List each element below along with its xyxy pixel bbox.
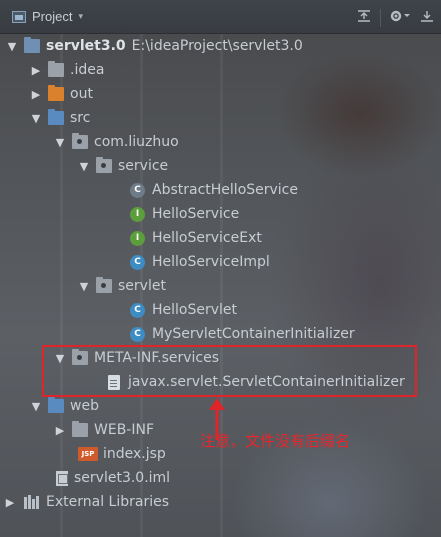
annotation-highlight-box	[42, 345, 417, 397]
tree-item-label: src	[70, 110, 91, 126]
tree-item-label: .idea	[70, 62, 105, 78]
tree-item-label: AbstractHelloService	[152, 182, 298, 198]
source-folder-icon	[48, 109, 64, 125]
iml-file-icon	[56, 470, 68, 486]
tree-item-label: service	[118, 158, 169, 174]
project-toolbar: Project ▾	[0, 0, 441, 34]
project-icon	[12, 10, 26, 23]
tree-item-service[interactable]: ▼ service	[0, 154, 441, 178]
expand-arrow-icon[interactable]: ▼	[30, 400, 42, 413]
package-icon	[96, 277, 112, 293]
expand-arrow-icon[interactable]: ▼	[30, 112, 42, 125]
tree-item-label: HelloServlet	[152, 302, 238, 318]
interface-icon: I	[130, 206, 145, 222]
tree-item-my-servlet-container-initializer[interactable]: C MyServletContainerInitializer	[0, 322, 441, 346]
tree-item-hello-service-ext[interactable]: I HelloServiceExt	[0, 226, 441, 250]
tree-item-label: HelloServiceExt	[152, 230, 262, 246]
web-folder-icon	[48, 397, 64, 413]
folder-icon	[48, 61, 64, 77]
tree-item-label: WEB-INF	[94, 422, 154, 438]
tree-item-root[interactable]: ▼ servlet3.0 E:\ideaProject\servlet3.0	[0, 34, 441, 58]
expand-arrow-icon[interactable]: ▼	[78, 280, 90, 293]
collapse-arrow-icon[interactable]: ▶	[30, 88, 42, 101]
collapse-arrow-icon[interactable]: ▶	[4, 496, 16, 509]
tree-item-hello-servlet[interactable]: C HelloServlet	[0, 298, 441, 322]
tree-item-label: out	[70, 86, 93, 102]
tree-item-out[interactable]: ▶ out	[0, 82, 441, 106]
tree-item-label: index.jsp	[103, 446, 166, 462]
class-icon: C	[130, 326, 145, 342]
tree-item-label: servlet3.0	[46, 38, 126, 54]
tree-item-src[interactable]: ▼ src	[0, 106, 441, 130]
tree-item-label: com.liuzhuo	[94, 134, 179, 150]
tree-item-hello-service-impl[interactable]: C HelloServiceImpl	[0, 250, 441, 274]
module-folder-icon	[24, 37, 40, 53]
tree-item-label: HelloServiceImpl	[152, 254, 270, 270]
tree-item-label: MyServletContainerInitializer	[152, 326, 355, 342]
tree-item-servlet[interactable]: ▼ servlet	[0, 274, 441, 298]
collapse-all-icon[interactable]	[356, 8, 372, 28]
tree-item-idea[interactable]: ▶ .idea	[0, 58, 441, 82]
collapse-arrow-icon[interactable]: ▶	[54, 424, 66, 437]
expand-arrow-icon[interactable]: ▼	[78, 160, 90, 173]
excluded-folder-icon	[48, 85, 64, 101]
settings-icon[interactable]	[389, 8, 411, 28]
interface-icon: I	[130, 230, 145, 246]
package-icon	[72, 133, 88, 149]
libraries-icon	[24, 495, 40, 509]
package-icon	[96, 157, 112, 173]
toolbar-divider	[380, 9, 381, 27]
expand-arrow-icon[interactable]: ▼	[54, 136, 66, 149]
hide-icon[interactable]	[419, 8, 435, 28]
tree-item-hello-service[interactable]: I HelloService	[0, 202, 441, 226]
abstract-class-icon: C	[130, 182, 145, 198]
tree-item-servlet-iml[interactable]: servlet3.0.iml	[0, 466, 441, 490]
tree-item-abstract-hello-service[interactable]: C AbstractHelloService	[0, 178, 441, 202]
dropdown-caret-icon[interactable]: ▾	[78, 12, 83, 22]
class-icon: C	[130, 254, 145, 270]
folder-icon	[72, 421, 88, 437]
expand-arrow-icon[interactable]: ▼	[6, 40, 18, 53]
project-path: E:\ideaProject\servlet3.0	[131, 38, 303, 54]
tree-item-com-liuzhuo[interactable]: ▼ com.liuzhuo	[0, 130, 441, 154]
tree-item-label: servlet3.0.iml	[74, 470, 171, 486]
jsp-file-icon: JSP	[78, 447, 98, 461]
class-icon: C	[130, 302, 145, 318]
tree-item-label: servlet	[118, 278, 166, 294]
toolbar-title[interactable]: Project	[32, 9, 72, 24]
tree-item-label: HelloService	[152, 206, 240, 222]
annotation-text: 注意，文件没有后缀名	[200, 432, 351, 450]
collapse-arrow-icon[interactable]: ▶	[30, 64, 42, 77]
tree-item-external-libraries[interactable]: ▶ External Libraries	[0, 490, 441, 514]
tree-item-label: External Libraries	[46, 494, 169, 510]
tree-item-label: web	[70, 398, 99, 414]
